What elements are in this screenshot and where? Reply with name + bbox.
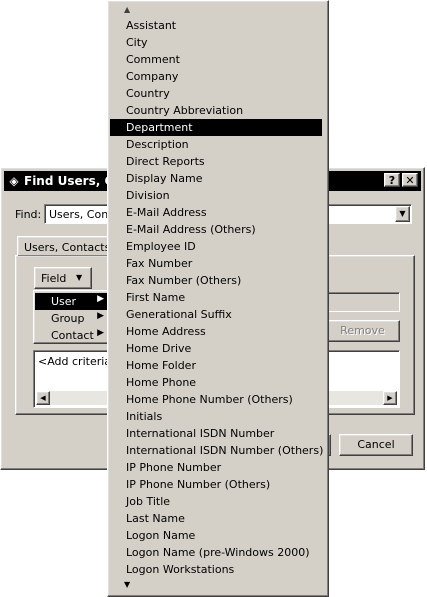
field-button-label: Field — [41, 272, 67, 285]
menu-item[interactable]: Comment — [110, 51, 322, 68]
menu-item[interactable]: Fax Number — [110, 255, 322, 272]
menu-item[interactable]: Display Name — [110, 170, 322, 187]
menu-item[interactable]: Logon Name — [110, 527, 322, 544]
submenu-item-label: Group — [51, 312, 85, 325]
menu-item[interactable]: Home Phone — [110, 374, 322, 391]
menu-items: Assistant City Comment Company Country Countr… — [110, 17, 323, 578]
menu-item[interactable]: Country — [110, 85, 322, 102]
menu-item[interactable]: Logon Name (pre-Windows 2000) — [110, 544, 322, 561]
tab-users-contacts[interactable]: Users, Contacts, a — [17, 236, 124, 256]
menu-item[interactable]: Last Name — [110, 510, 322, 527]
field-dropdown-menu: ▲ Assistant City Comment Company Country Coun… — [107, 0, 329, 597]
menu-item[interactable]: International ISDN Number — [110, 425, 322, 442]
menu-item[interactable]: Job Title — [110, 493, 322, 510]
menu-item[interactable]: Direct Reports — [110, 153, 322, 170]
menu-item[interactable]: Country Abbreviation — [110, 102, 322, 119]
menu-item[interactable]: E-Mail Address (Others) — [110, 221, 322, 238]
menu-item[interactable]: City — [110, 34, 322, 51]
submenu-item-user[interactable]: User ▶ — [35, 293, 108, 310]
menu-item[interactable]: Home Phone Number (Others) — [110, 391, 322, 408]
close-button[interactable]: ✕ — [402, 173, 418, 187]
chevron-down-icon[interactable]: ▼ — [395, 206, 410, 222]
menu-item[interactable]: Department — [110, 119, 322, 136]
menu-item[interactable]: Home Address — [110, 323, 322, 340]
menu-item[interactable]: Division — [110, 187, 322, 204]
menu-item[interactable]: First Name — [110, 289, 322, 306]
menu-item[interactable]: Assistant — [110, 17, 322, 34]
condition-field[interactable] — [325, 292, 400, 312]
help-button[interactable]: ? — [384, 173, 400, 187]
submenu-item-contact[interactable]: Contact ▶ — [35, 327, 108, 344]
chevron-right-icon: ▶ — [97, 311, 104, 321]
menu-item[interactable]: Generational Suffix — [110, 306, 322, 323]
scroll-up-icon[interactable]: ▲ — [124, 5, 130, 14]
menu-item[interactable]: Initials — [110, 408, 322, 425]
find-icon: ◈ — [9, 174, 19, 188]
menu-item[interactable]: Logon Workstations — [110, 561, 322, 578]
menu-item[interactable]: Company — [110, 68, 322, 85]
find-label: Find: — [15, 208, 42, 221]
menu-item[interactable]: E-Mail Address — [110, 204, 322, 221]
menu-item[interactable]: Home Drive — [110, 340, 322, 357]
menu-item[interactable]: International ISDN Number (Others) — [110, 442, 323, 459]
field-button[interactable]: Field ▼ — [34, 267, 92, 289]
menu-item[interactable]: Description — [110, 136, 322, 153]
remove-button[interactable]: Remove — [325, 320, 400, 342]
submenu-item-group[interactable]: Group ▶ — [35, 310, 108, 327]
menu-item[interactable]: Fax Number (Others) — [110, 272, 322, 289]
chevron-right-icon: ▶ — [97, 328, 104, 338]
chevron-down-icon: ▼ — [76, 273, 83, 282]
cancel-button[interactable]: Cancel — [339, 434, 413, 456]
menu-item[interactable]: Home Folder — [110, 357, 322, 374]
scroll-left-icon[interactable]: ◀ — [36, 391, 50, 405]
field-submenu: User ▶ Group ▶ Contact ▶ — [33, 290, 110, 344]
scroll-right-icon[interactable]: ▶ — [383, 391, 397, 405]
submenu-item-label: Contact — [51, 329, 94, 342]
menu-item[interactable]: Employee ID — [110, 238, 322, 255]
menu-item[interactable]: IP Phone Number — [110, 459, 322, 476]
scroll-down-icon[interactable]: ▼ — [124, 580, 130, 589]
submenu-item-label: User — [51, 295, 77, 308]
chevron-right-icon: ▶ — [97, 294, 104, 304]
menu-item[interactable]: IP Phone Number (Others) — [110, 476, 322, 493]
